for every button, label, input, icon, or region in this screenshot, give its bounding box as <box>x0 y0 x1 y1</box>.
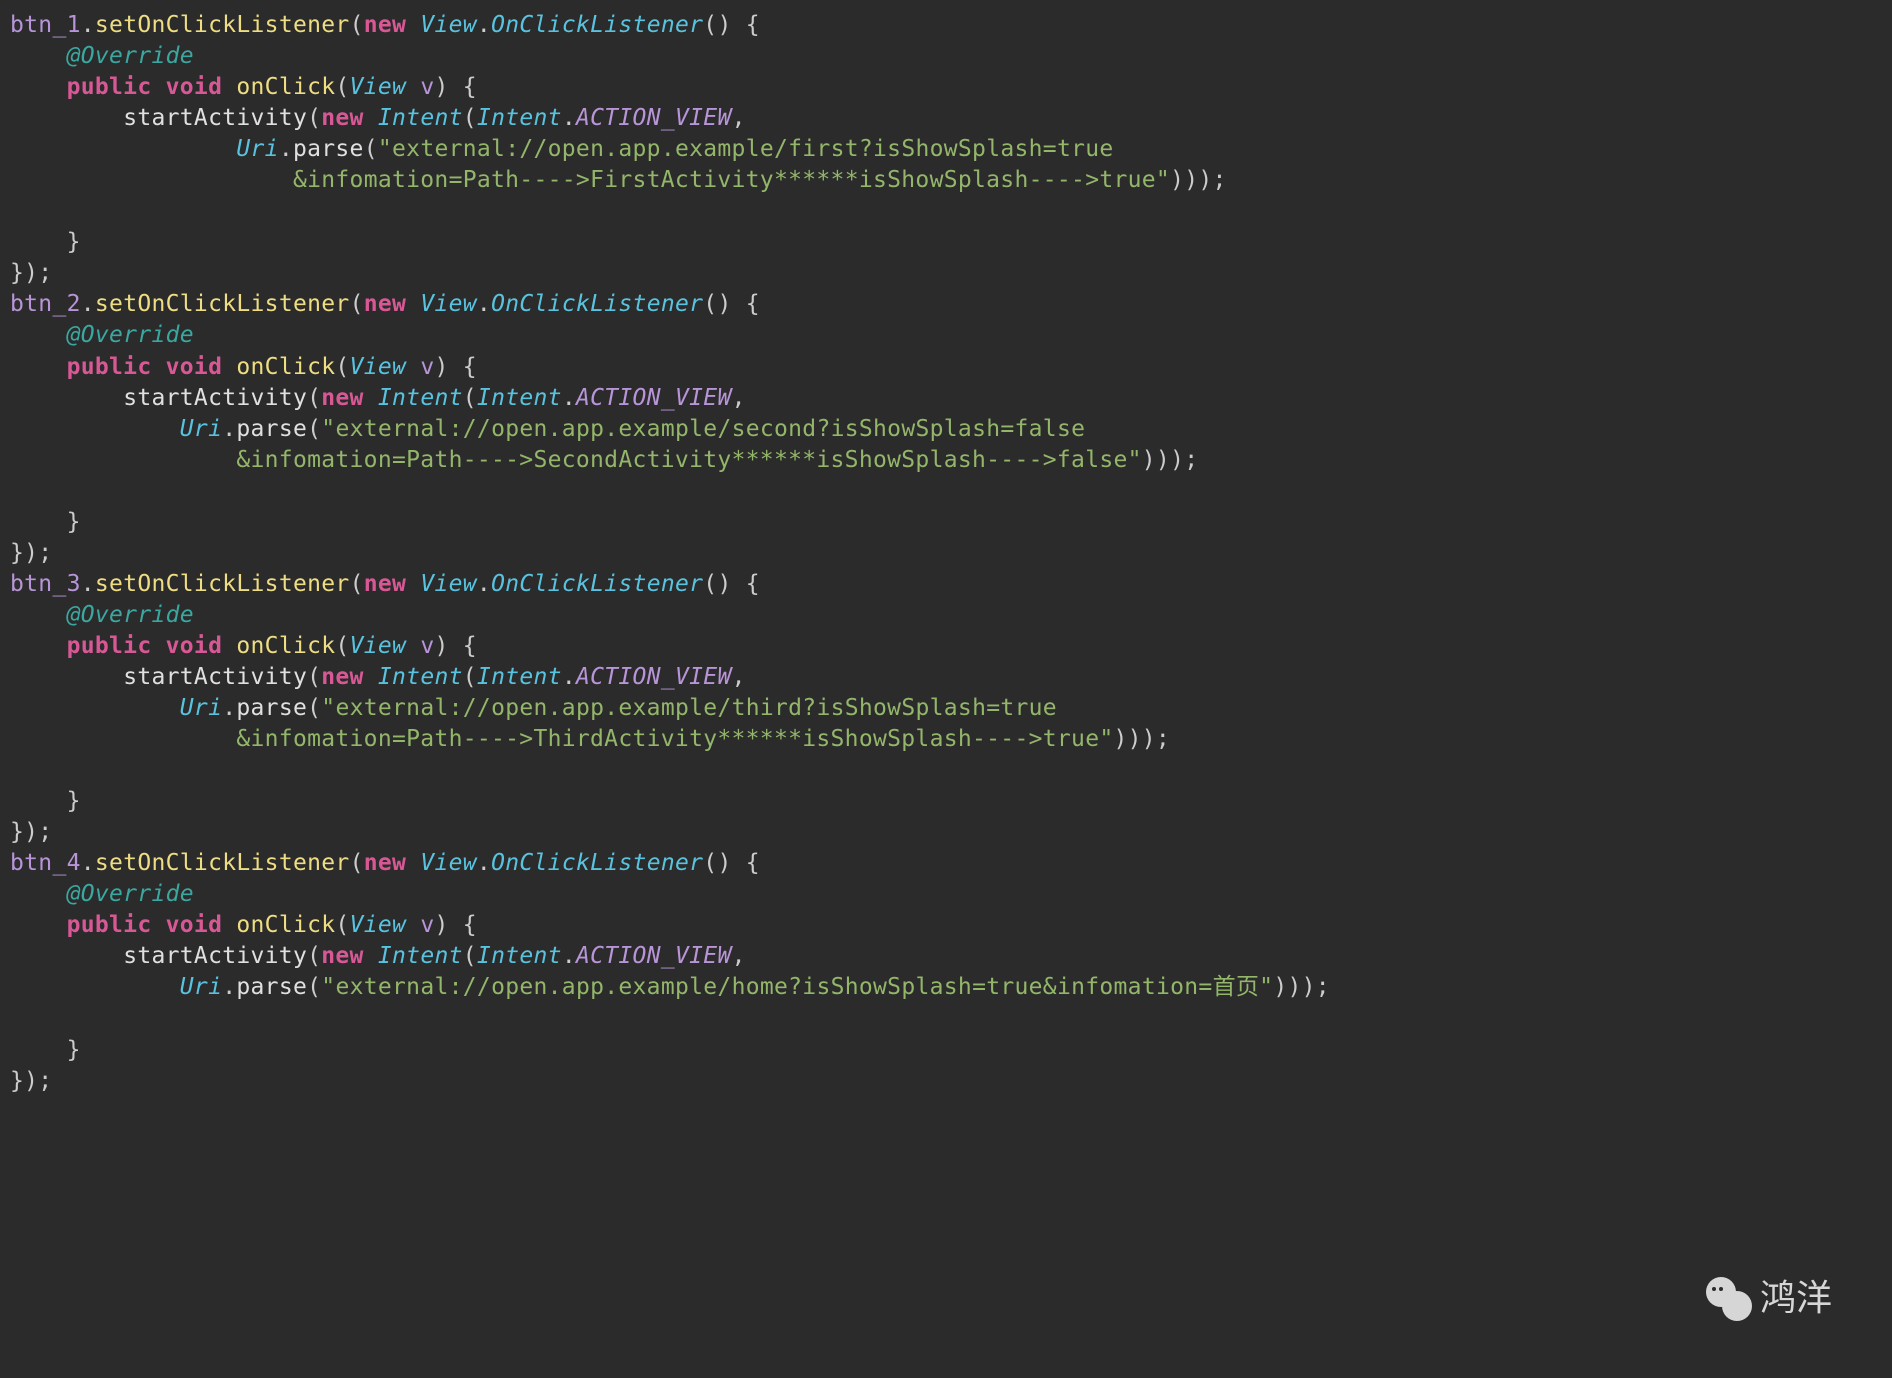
code-line: btn_3.setOnClickListener(new View.OnClic… <box>10 571 760 597</box>
code-line: startActivity(new Intent(Intent.ACTION_V… <box>10 105 746 131</box>
code-line: btn_4.setOnClickListener(new View.OnClic… <box>10 850 760 876</box>
code-line: &infomation=Path---->ThirdActivity******… <box>10 726 1170 752</box>
code-line: @Override <box>10 881 194 907</box>
code-line: Uri.parse("external://open.app.example/h… <box>10 974 1330 1000</box>
code-line: Uri.parse("external://open.app.example/s… <box>10 416 1085 442</box>
code-line: &infomation=Path---->SecondActivity*****… <box>10 447 1198 473</box>
code-editor-content[interactable]: btn_1.setOnClickListener(new View.OnClic… <box>0 0 1892 1097</box>
code-line: }); <box>10 819 52 845</box>
code-line: @Override <box>10 322 194 348</box>
code-line: Uri.parse("external://open.app.example/f… <box>10 136 1114 162</box>
code-line <box>10 1006 24 1032</box>
wechat-icon <box>1706 1277 1750 1321</box>
code-line: public void onClick(View v) { <box>10 74 477 100</box>
code-line: } <box>10 788 81 814</box>
code-line: }); <box>10 540 52 566</box>
watermark-label: 鸿洋 <box>1760 1274 1832 1323</box>
code-line: @Override <box>10 43 194 69</box>
code-line <box>10 198 24 224</box>
code-line: btn_2.setOnClickListener(new View.OnClic… <box>10 291 760 317</box>
code-line: btn_1.setOnClickListener(new View.OnClic… <box>10 12 760 38</box>
watermark: 鸿洋 <box>1706 1274 1832 1323</box>
code-line <box>10 478 24 504</box>
code-line: public void onClick(View v) { <box>10 912 477 938</box>
code-line: Uri.parse("external://open.app.example/t… <box>10 695 1057 721</box>
code-line: &infomation=Path---->FirstActivity******… <box>10 167 1227 193</box>
code-line: }); <box>10 1068 52 1094</box>
code-line <box>10 757 24 783</box>
code-line: startActivity(new Intent(Intent.ACTION_V… <box>10 385 746 411</box>
code-line: }); <box>10 260 52 286</box>
code-line: @Override <box>10 602 194 628</box>
code-line: } <box>10 229 81 255</box>
code-line: } <box>10 1037 81 1063</box>
code-line: public void onClick(View v) { <box>10 633 477 659</box>
code-line: startActivity(new Intent(Intent.ACTION_V… <box>10 664 746 690</box>
code-line: public void onClick(View v) { <box>10 354 477 380</box>
code-line: } <box>10 509 81 535</box>
code-line: startActivity(new Intent(Intent.ACTION_V… <box>10 943 746 969</box>
